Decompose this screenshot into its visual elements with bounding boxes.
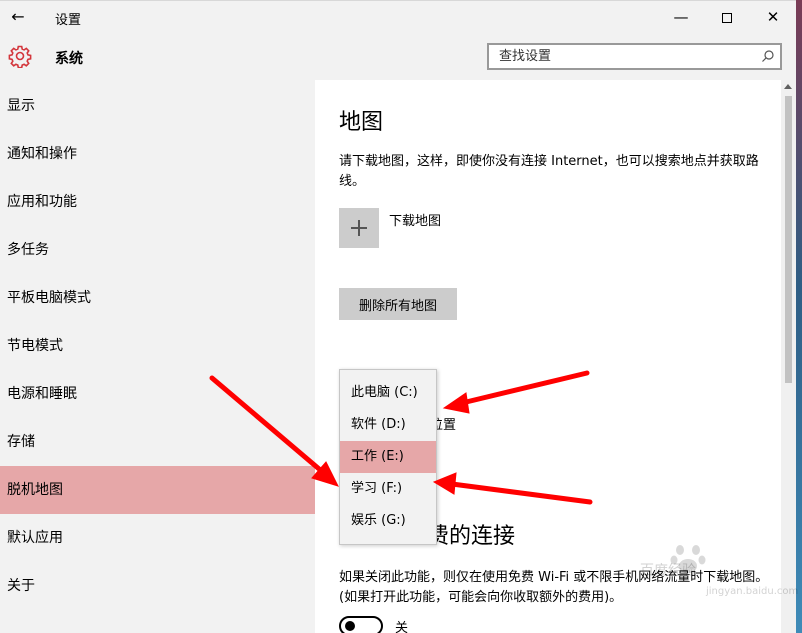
maximize-icon (722, 12, 732, 23)
search-input[interactable] (489, 45, 754, 68)
close-button[interactable]: ✕ (750, 5, 796, 29)
sidebar-item-offline-maps[interactable]: 脱机地图 (0, 466, 315, 514)
sidebar-item-about[interactable]: 关于 (0, 562, 315, 610)
gear-icon (8, 45, 32, 68)
watermark-url: jingyan.baidu.com (706, 586, 799, 597)
dropdown-option-g[interactable]: 娱乐 (G:) (340, 505, 436, 537)
minimize-button[interactable]: — (658, 5, 704, 29)
dropdown-option-e[interactable]: 工作 (E:) (340, 441, 436, 473)
dropdown-option-d[interactable]: 软件 (D:) (340, 409, 436, 441)
sidebar-item-multitasking[interactable]: 多任务 (0, 226, 315, 274)
download-maps-label[interactable]: 下载地图 (389, 210, 441, 229)
sidebar-item-default-apps[interactable]: 默认应用 (0, 514, 315, 562)
delete-all-maps-button[interactable]: 删除所有地图 (339, 288, 457, 320)
scroll-up-icon[interactable] (784, 84, 792, 89)
storage-location-dropdown[interactable]: 此电脑 (C:) 软件 (D:) 工作 (E:) 学习 (F:) 娱乐 (G:) (339, 369, 437, 545)
section-title: 系统 (55, 51, 83, 67)
sidebar-item-battery-saver[interactable]: 节电模式 (0, 322, 315, 370)
sidebar-nav: 显示 通知和操作 应用和功能 多任务 平板电脑模式 节电模式 电源和睡眠 存储 … (0, 80, 315, 633)
metered-toggle-label: 关 (395, 621, 409, 633)
search-icon[interactable] (761, 49, 775, 63)
sidebar-item-apps[interactable]: 应用和功能 (0, 178, 315, 226)
page-description: 请下载地图，这样，即使你没有连接 Internet，也可以搜索地点并获取路线。 (339, 154, 759, 189)
page-title: 地图 (339, 110, 384, 135)
title-bar: ← 设置 — ✕ (0, 0, 796, 32)
maximize-button[interactable] (704, 5, 750, 29)
watermark-text: 百度经验 (640, 563, 696, 579)
metered-title-text: 费的连接 (427, 524, 516, 549)
back-arrow-icon[interactable]: ← (8, 7, 28, 27)
sidebar-item-display[interactable]: 显示 (0, 82, 315, 130)
dropdown-option-c[interactable]: 此电脑 (C:) (340, 377, 436, 409)
search-box[interactable] (487, 43, 782, 70)
watermark: 百度经验 jingyan.baidu.com (610, 540, 798, 620)
sidebar-item-power-sleep[interactable]: 电源和睡眠 (0, 370, 315, 418)
sidebar-item-tablet-mode[interactable]: 平板电脑模式 (0, 274, 315, 322)
dropdown-option-f[interactable]: 学习 (F:) (340, 473, 436, 505)
sidebar-item-storage[interactable]: 存储 (0, 418, 315, 466)
window-title: 设置 (55, 13, 82, 28)
settings-header: 系统 (0, 32, 796, 80)
add-map-button[interactable] (339, 208, 379, 248)
desktop-edge (796, 0, 802, 633)
toggle-knob (345, 621, 355, 631)
sidebar-item-notifications[interactable]: 通知和操作 (0, 130, 315, 178)
metered-toggle[interactable] (339, 616, 383, 633)
scrollbar-thumb[interactable] (785, 96, 792, 383)
